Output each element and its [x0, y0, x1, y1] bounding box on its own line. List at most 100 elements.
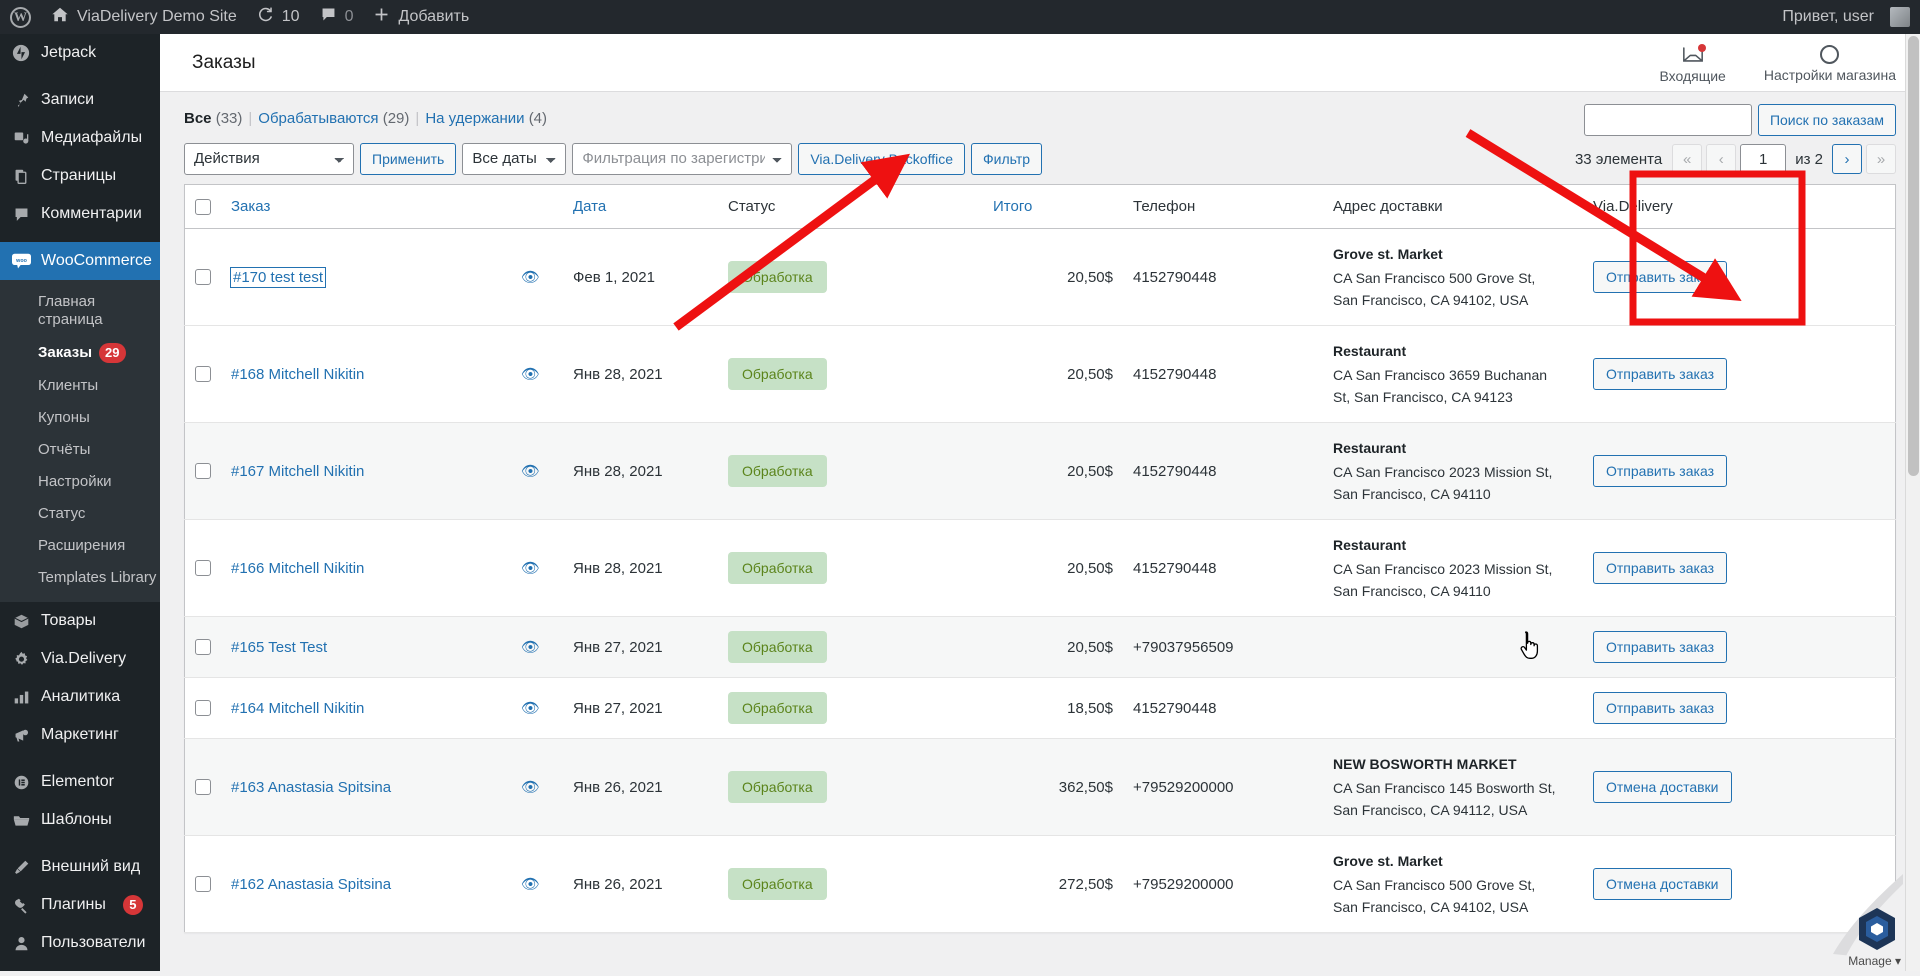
order-link[interactable]: #164 Mitchell Nikitin — [231, 700, 364, 717]
select-all-checkbox[interactable] — [195, 199, 211, 215]
submenu-item-orders[interactable]: Заказы29 — [0, 336, 160, 370]
eye-icon[interactable]: 👁 — [521, 269, 540, 286]
order-link[interactable]: #170 test test — [231, 268, 325, 287]
address-name: NEW BOSWORTH MARKET — [1333, 753, 1573, 775]
cancel-delivery-button[interactable]: Отмена доставки — [1593, 868, 1732, 900]
jetpack-icon — [11, 43, 31, 63]
eye-icon[interactable]: 👁 — [521, 779, 540, 796]
order-link[interactable]: #168 Mitchell Nikitin — [231, 366, 364, 383]
eye-icon[interactable]: 👁 — [521, 366, 540, 383]
customer-filter-select[interactable]: Фильтрация по зарегистриро... — [572, 143, 792, 175]
order-link[interactable]: #163 Anastasia Spitsina — [231, 779, 391, 796]
row-select-checkbox[interactable] — [195, 269, 211, 285]
send-order-button[interactable]: Отправить заказ — [1593, 631, 1727, 663]
via-delivery-backoffice-button[interactable]: Via.Delivery Backoffice — [798, 143, 965, 175]
row-select-checkbox[interactable] — [195, 700, 211, 716]
row-select-checkbox[interactable] — [195, 779, 211, 795]
row-select-checkbox[interactable] — [195, 639, 211, 655]
inbox-button[interactable]: Входящие — [1659, 45, 1725, 84]
sidebar-item-pages[interactable]: Страницы — [0, 157, 160, 195]
site-name-label: ViaDelivery Demo Site — [77, 8, 237, 26]
order-link[interactable]: #165 Test Test — [231, 639, 327, 656]
page-scrollbar[interactable] — [1905, 34, 1920, 971]
row-preview-cell: 👁 — [511, 617, 563, 678]
row-select-checkbox[interactable] — [195, 366, 211, 382]
sidebar-item-marketing[interactable]: Маркетинг — [0, 716, 160, 754]
send-order-button[interactable]: Отправить заказ — [1593, 261, 1727, 293]
submenu-item-status[interactable]: Статус — [0, 498, 160, 530]
order-link[interactable]: #166 Mitchell Nikitin — [231, 560, 364, 577]
next-page-button[interactable]: › — [1832, 144, 1862, 174]
view-processing-link[interactable]: Обрабатываются — [258, 110, 378, 127]
row-order-cell: #164 Mitchell Nikitin — [221, 678, 511, 739]
row-select-checkbox[interactable] — [195, 876, 211, 892]
column-header-total[interactable]: Итого — [983, 185, 1123, 229]
row-total-cell: 272,50$ — [983, 836, 1123, 933]
submenu-item-coupons[interactable]: Купоны — [0, 402, 160, 434]
sidebar-item-comments[interactable]: Комментарии — [0, 195, 160, 233]
cancel-delivery-button[interactable]: Отмена доставки — [1593, 771, 1732, 803]
column-header-date[interactable]: Дата — [563, 185, 718, 229]
sidebar-item-posts[interactable]: Записи — [0, 81, 160, 119]
view-all-link[interactable]: Все — [184, 110, 212, 127]
sidebar-item-templates[interactable]: Шаблоны — [0, 801, 160, 839]
eye-icon[interactable]: 👁 — [521, 639, 540, 656]
send-order-button[interactable]: Отправить заказ — [1593, 358, 1727, 390]
sidebar-item-users[interactable]: Пользователи — [0, 924, 160, 962]
sidebar-item-woocommerce[interactable]: woo WooCommerce — [0, 242, 160, 280]
scrollbar-thumb[interactable] — [1908, 36, 1919, 476]
submenu-item-reports[interactable]: Отчёты — [0, 434, 160, 466]
date-filter-select[interactable]: Все даты — [462, 143, 566, 175]
submenu-item-templates-library[interactable]: Templates Library — [0, 562, 160, 594]
current-page-input[interactable] — [1740, 144, 1786, 174]
filter-button[interactable]: Фильтр — [971, 143, 1042, 175]
order-link[interactable]: #162 Anastasia Spitsina — [231, 876, 391, 893]
submenu-item-settings[interactable]: Настройки — [0, 466, 160, 498]
submenu-item-extensions[interactable]: Расширения — [0, 530, 160, 562]
sidebar-item-jetpack[interactable]: Jetpack — [0, 34, 160, 72]
row-select-checkbox[interactable] — [195, 463, 211, 479]
gear-icon — [11, 649, 31, 669]
store-settings-button[interactable]: Настройки магазина — [1764, 45, 1896, 83]
view-all[interactable]: Все (33) — [184, 110, 242, 127]
submenu-item-home[interactable]: Главная страница — [0, 286, 160, 336]
row-phone-cell: 4152790448 — [1123, 520, 1323, 617]
send-order-button[interactable]: Отправить заказ — [1593, 455, 1727, 487]
view-processing[interactable]: Обрабатываются (29) — [258, 110, 409, 127]
eye-icon[interactable]: 👁 — [521, 560, 540, 577]
send-order-button[interactable]: Отправить заказ — [1593, 692, 1727, 724]
sidebar-item-media[interactable]: Медиафайлы — [0, 119, 160, 157]
eye-icon[interactable]: 👁 — [521, 876, 540, 893]
send-order-button[interactable]: Отправить заказ — [1593, 552, 1727, 584]
wp-logo-menu[interactable]: W — [0, 0, 41, 34]
order-link[interactable]: #167 Mitchell Nikitin — [231, 463, 364, 480]
new-content-menu[interactable]: Добавить — [363, 0, 479, 34]
updates-menu[interactable]: 10 — [247, 0, 310, 34]
site-name-menu[interactable]: ViaDelivery Demo Site — [41, 0, 247, 34]
eye-icon[interactable]: 👁 — [521, 463, 540, 480]
search-orders-button[interactable]: Поиск по заказам — [1758, 104, 1896, 136]
sidebar-item-tools[interactable]: Инструменты — [0, 962, 160, 971]
view-on-hold[interactable]: На удержании (4) — [425, 110, 547, 127]
apply-bulk-action-button[interactable]: Применить — [360, 143, 456, 175]
column-header-order[interactable]: Заказ — [221, 185, 511, 229]
table-header-row: Заказ Дата Статус Итого Телефон Адрес до… — [185, 185, 1896, 229]
sidebar-item-elementor[interactable]: Elementor — [0, 763, 160, 801]
view-on-hold-link[interactable]: На удержании — [425, 110, 524, 127]
my-account-menu[interactable]: Привет, user — [1772, 0, 1920, 34]
sidebar-item-via-delivery[interactable]: Via.Delivery — [0, 640, 160, 678]
bulk-actions-select[interactable]: Действия — [184, 143, 354, 175]
search-input[interactable] — [1584, 104, 1752, 136]
row-address-cell: Restaurant CA San Francisco 2023 Mission… — [1323, 520, 1583, 617]
sidebar-item-appearance[interactable]: Внешний вид — [0, 848, 160, 886]
sidebar-item-analytics[interactable]: Аналитика — [0, 678, 160, 716]
row-select-checkbox[interactable] — [195, 560, 211, 576]
admin-bar: W ViaDelivery Demo Site 10 0 Добавить Пр… — [0, 0, 1920, 34]
inbox-notification-dot — [1698, 44, 1706, 52]
sidebar-item-products[interactable]: Товары — [0, 602, 160, 640]
submenu-item-customers[interactable]: Клиенты — [0, 370, 160, 402]
comments-menu[interactable]: 0 — [310, 0, 364, 34]
status-badge: Обработка — [728, 358, 827, 390]
sidebar-item-plugins[interactable]: Плагины 5 — [0, 886, 160, 924]
eye-icon[interactable]: 👁 — [521, 700, 540, 717]
